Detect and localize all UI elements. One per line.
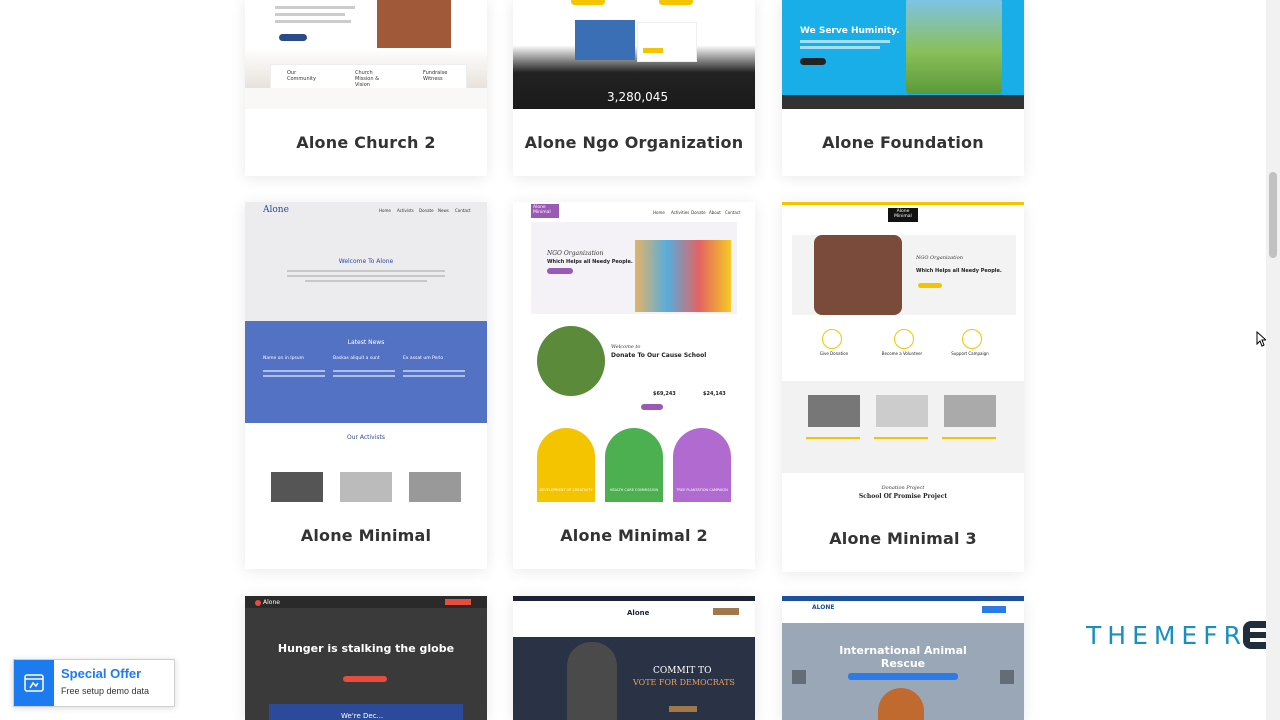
nav-2: Donate	[691, 210, 706, 215]
hero-headline: Which Helps all Needy People.	[547, 259, 633, 265]
demo-thumb: We Serve Huminity.	[782, 0, 1024, 109]
demo-card-democrats[interactable]: Alone COMMIT TO VOTE FOR DEMOCRATS	[513, 596, 755, 720]
site-logo: Alone	[263, 205, 289, 215]
nav-1: Activities	[671, 210, 690, 215]
circle-label-2: TREE PLANTATION CAMPAIGN	[676, 488, 728, 492]
demo-thumb: Alone Minimal Home Activities Donate Abo…	[513, 202, 755, 502]
demo-card-minimal2[interactable]: Alone Minimal Home Activities Donate Abo…	[513, 202, 755, 569]
cursor-icon	[1256, 331, 1266, 347]
nav-1: Activists	[397, 208, 414, 213]
news-col-1: Baskas aliquit a sunt	[333, 356, 380, 361]
demo-thumb: 3,280,045	[513, 0, 755, 109]
demo-card-ngo[interactable]: 3,280,045 Alone Ngo Organization	[513, 0, 755, 176]
demo-thumb: Alone Minimal NGO Organization Which Hel…	[782, 205, 1024, 502]
hero-headline-2: VOTE FOR DEMOCRATS	[633, 678, 735, 687]
feature-2: Support Campaign	[951, 351, 989, 356]
demo-title[interactable]: Alone Minimal 2	[513, 502, 755, 569]
demo-title[interactable]: Alone Minimal 3	[782, 505, 1024, 572]
welcome-heading: Welcome To Alone	[338, 258, 394, 265]
hero-headline: Hunger is stalking the globe	[277, 642, 455, 655]
site-logo: Alone Minimal	[533, 205, 551, 215]
vertical-scrollbar[interactable]	[1266, 0, 1280, 720]
offer-subtitle: Free setup demo data	[61, 686, 150, 696]
welcome-script: Welcome to	[611, 344, 641, 350]
nav-2: Donate	[419, 208, 434, 213]
sub-heading: We're Dec...	[341, 712, 384, 720]
feature-0: Give Donation	[819, 351, 849, 356]
donation-script: Donation Project	[881, 485, 925, 491]
site-logo: ALONE	[812, 604, 835, 611]
demo-card-hunger[interactable]: Alone Hunger is stalking the globe We're…	[245, 596, 487, 720]
demo-title[interactable]: Alone Ngo Organization	[513, 109, 755, 176]
circle-label-1: HEALTH CARE COMMISSION	[609, 488, 659, 492]
hero-headline: Which Helps all Needy People.	[916, 268, 1002, 274]
demo-thumb: Alone Home Activists Donate News Contact…	[245, 202, 487, 502]
scrollbar-thumb[interactable]	[1269, 172, 1277, 258]
demo-title[interactable]: Alone Foundation	[782, 109, 1024, 176]
demo-thumb: ALONE International Animal Rescue	[782, 596, 1024, 720]
counter: 3,280,045	[607, 90, 669, 104]
demo-card-minimal3[interactable]: Alone Minimal NGO Organization Which Hel…	[782, 202, 1024, 572]
demo-card-animal-rescue[interactable]: ALONE International Animal Rescue	[782, 596, 1024, 720]
amount-2: $24,143	[703, 391, 726, 397]
activists-title: Our Activists	[346, 434, 386, 441]
demo-thumb: Alone COMMIT TO VOTE FOR DEMOCRATS	[513, 596, 755, 720]
box3-label: Fundraise Witness	[423, 70, 448, 82]
site-logo: Alone Minimal	[894, 209, 912, 219]
hero-headline: International Animal Rescue	[839, 644, 967, 670]
demo-card-foundation[interactable]: We Serve Huminity. Alone Foundation	[782, 0, 1024, 176]
nav-3: About	[709, 210, 721, 215]
demo-gallery: Our Community Church Mission & Vision Fu…	[0, 0, 1266, 720]
hero-script: NGO Organization	[547, 250, 604, 257]
demo-thumb: Alone Hunger is stalking the globe We're…	[245, 596, 487, 720]
nav-4: Contact	[725, 210, 741, 215]
nav-0: Home	[653, 210, 665, 215]
hero-headline: We Serve Huminity.	[800, 26, 900, 36]
nav-0: Home	[379, 208, 391, 213]
news-col-0: Name on in Ipsum	[263, 356, 305, 361]
e-mark-icon	[1242, 621, 1266, 649]
nav-3: News	[438, 208, 449, 213]
brand-name: THEMEFR	[1086, 620, 1247, 650]
circle-label-0: DEVELOPMENT OF CREATIVITY	[539, 488, 593, 492]
news-title: Latest News	[347, 339, 385, 346]
feature-1: Become a Volunteer	[881, 351, 923, 356]
hero-script: NGO Organization	[916, 255, 964, 261]
box1-label: Our Community	[287, 70, 316, 82]
donation-heading: School Of Promise Project	[858, 493, 948, 500]
site-logo: Alone	[627, 609, 650, 617]
amount-1: $69,243	[653, 391, 676, 397]
demo-title[interactable]: Alone Church 2	[245, 109, 487, 176]
offer-title: Special Offer	[61, 666, 142, 681]
news-col-2: Ex assat um Perlo	[403, 356, 444, 361]
setup-icon	[14, 660, 54, 706]
box2-label: Church Mission & Vision	[355, 70, 380, 88]
hero-headline: COMMIT TO	[653, 666, 712, 676]
demo-card-church2[interactable]: Our Community Church Mission & Vision Fu…	[245, 0, 487, 176]
special-offer-widget[interactable]: Special Offer Free setup demo data	[13, 659, 175, 707]
demo-thumb: Our Community Church Mission & Vision Fu…	[245, 0, 487, 109]
brand-logo: THEMEFR	[1086, 618, 1266, 652]
nav-4: Contact	[455, 208, 471, 213]
demo-card-minimal[interactable]: Alone Home Activists Donate News Contact…	[245, 202, 487, 569]
site-logo: Alone	[263, 599, 280, 606]
demo-title[interactable]: Alone Minimal	[245, 502, 487, 569]
welcome-heading: Donate To Our Cause School	[611, 352, 707, 359]
